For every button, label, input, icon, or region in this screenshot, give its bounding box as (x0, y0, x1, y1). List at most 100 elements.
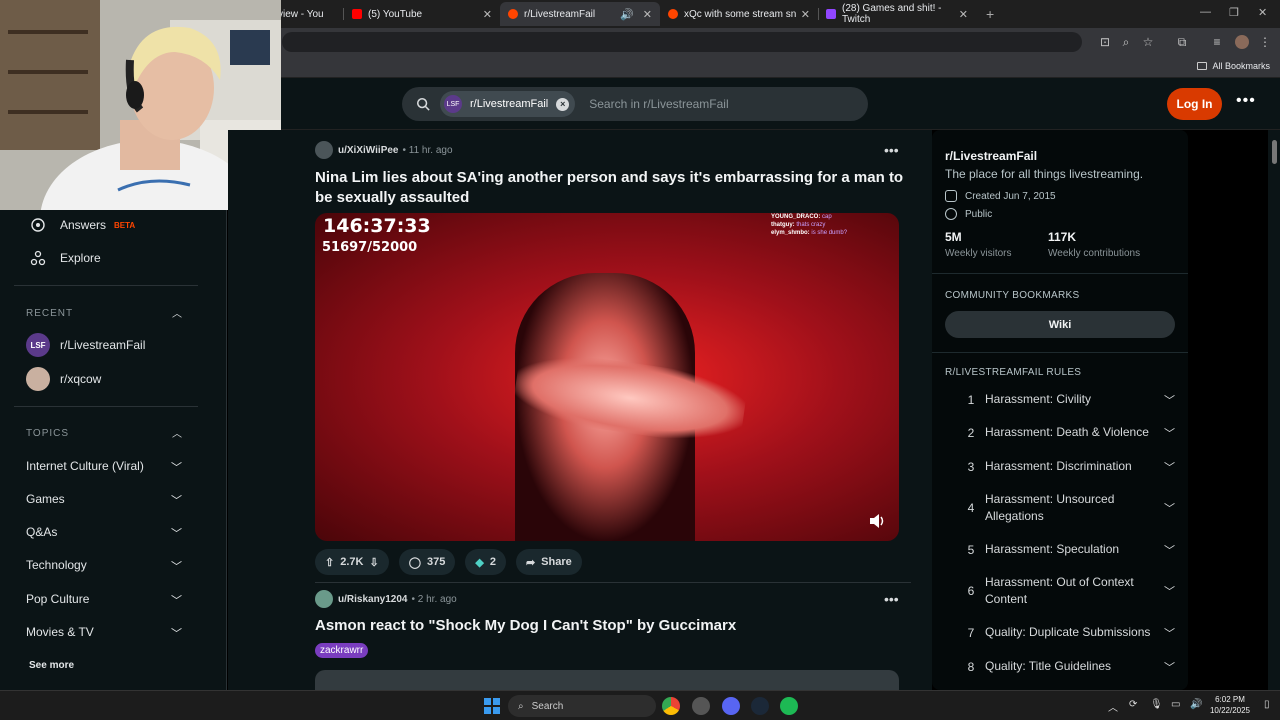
reddit-icon (668, 9, 678, 19)
chevron-down-icon: ﹀ (1164, 627, 1175, 640)
clear-chip-icon[interactable]: × (556, 97, 570, 111)
rule-text: Harassment: Speculation (985, 542, 1120, 556)
post-video[interactable]: 146:37:33 51697/52000 YOUNG_DRACO: cap t… (315, 213, 899, 541)
browser-tab[interactable]: (28) Games and shit! - Twitch ✕ (818, 2, 976, 26)
discord-icon[interactable] (722, 697, 740, 715)
post-author[interactable]: u/XiXiWiiPee (338, 145, 398, 156)
user-avatar[interactable] (315, 141, 333, 159)
bookmark-star-icon[interactable]: ☆ (1141, 35, 1155, 49)
post-preview[interactable] (315, 670, 899, 690)
profile-avatar[interactable] (1235, 35, 1249, 49)
wiki-button[interactable]: Wiki (945, 311, 1175, 338)
search-input[interactable]: Search in r/LivestreamFail (589, 97, 728, 111)
new-tab-button[interactable]: + (978, 2, 998, 26)
close-window-icon[interactable]: ✕ (1258, 6, 1267, 19)
post-flair[interactable]: zackrawrr (315, 643, 369, 658)
sidebar-item-label: r/LivestreamFail (60, 338, 146, 352)
address-bar[interactable] (282, 32, 1082, 52)
topic-internet-culture[interactable]: Internet Culture (Viral) ﹀ (26, 459, 186, 474)
comments-button[interactable]: ◯ 375 (398, 549, 456, 575)
browser-tab[interactable]: xQc with some stream snipers ✕ (660, 2, 818, 26)
taskbar-search[interactable]: ⌕ Search (508, 695, 656, 717)
post-options-icon[interactable]: ••• (884, 591, 899, 607)
app-icon[interactable] (692, 697, 710, 715)
close-tab-icon[interactable]: ✕ (483, 8, 492, 21)
topic-pop-culture[interactable]: Pop Culture ﹀ (26, 592, 186, 607)
network-icon[interactable]: ▭ (1171, 699, 1180, 710)
page-scrollbar[interactable] (1268, 130, 1280, 690)
user-avatar[interactable] (315, 590, 333, 608)
sidebar-item-explore[interactable]: Explore (30, 250, 101, 266)
close-tab-icon[interactable]: ✕ (801, 8, 810, 21)
chevron-up-icon[interactable]: ︿ (172, 305, 182, 320)
award-button[interactable]: ◆ 2 (465, 549, 506, 575)
chevron-down-icon: ﹀ (171, 595, 182, 607)
install-app-icon[interactable]: ⊡ (1098, 35, 1112, 49)
taskbar-clock[interactable]: 6:02 PM 10/22/2025 (1205, 694, 1255, 716)
share-button[interactable]: ➦ Share (515, 549, 582, 575)
chrome-icon[interactable] (662, 697, 680, 715)
reading-list-icon[interactable]: ≡ (1210, 35, 1224, 49)
topic-movies-tv[interactable]: Movies & TV ﹀ (26, 625, 186, 640)
browser-tab-active[interactable]: r/LivestreamFail 🔊 ✕ (500, 2, 660, 26)
downvote-icon[interactable]: ⇩ (369, 556, 378, 569)
globe-icon (945, 208, 957, 220)
sidebar-item-xqcow[interactable]: r/xqcow (26, 367, 101, 391)
login-button[interactable]: Log In (1167, 88, 1222, 120)
close-tab-icon[interactable]: ✕ (643, 8, 652, 21)
award-icon: ◆ (475, 556, 484, 569)
post-title[interactable]: Asmon react to "Shock My Dog I Can't Sto… (315, 616, 915, 636)
spotify-icon[interactable] (780, 697, 798, 715)
upvote-icon[interactable]: ⇧ (325, 556, 334, 569)
sidebar-item-answers[interactable]: Answers BETA (30, 217, 135, 233)
minimize-icon[interactable]: — (1200, 6, 1211, 18)
menu-kebab-icon[interactable]: ⋮ (1258, 35, 1272, 49)
rule-item[interactable]: 7 Quality: Duplicate Submissions ﹀ (957, 624, 1175, 641)
divider (932, 273, 1188, 274)
browser-tab[interactable]: view - You (270, 2, 344, 26)
tab-title: (28) Games and shit! - Twitch (842, 3, 942, 25)
subreddit-search-chip[interactable]: LSF r/LivestreamFail × (440, 91, 576, 117)
notification-icon[interactable]: ▯ (1264, 699, 1270, 710)
topic-technology[interactable]: Technology ﹀ (26, 558, 186, 573)
close-tab-icon[interactable]: ✕ (959, 8, 968, 21)
clock-date: 10/22/2025 (1209, 706, 1251, 715)
rule-item[interactable]: 4 Harassment: Unsourced Allegations ﹀ (957, 491, 1175, 525)
speaker-icon[interactable]: 🔊 (620, 8, 634, 21)
beta-badge: BETA (114, 220, 136, 230)
post-author[interactable]: u/Riskany1204 (338, 594, 408, 605)
tab-title: xQc with some stream snipers (684, 8, 796, 20)
rule-item[interactable]: 6 Harassment: Out of Context Content ﹀ (957, 574, 1175, 608)
more-options-icon[interactable]: ••• (1236, 92, 1256, 110)
sync-icon[interactable]: ⟳ (1129, 699, 1137, 710)
steam-icon[interactable] (751, 697, 769, 715)
volume-icon[interactable]: 🔊 (1190, 699, 1202, 710)
tray-chevron-icon[interactable]: ︿ (1108, 699, 1118, 714)
topic-qas[interactable]: Q&As ﹀ (26, 525, 186, 540)
chip-label: r/LivestreamFail (470, 98, 549, 110)
chevron-up-icon[interactable]: ︿ (172, 425, 182, 440)
zoom-icon[interactable]: ⌕ (1119, 35, 1133, 49)
volume-icon[interactable] (867, 511, 887, 531)
search-icon: ⌕ (518, 700, 524, 712)
see-more-button[interactable]: See more (29, 660, 74, 671)
topic-label: Games (26, 492, 65, 506)
extensions-icon[interactable]: ⧉ (1175, 35, 1189, 49)
topic-games[interactable]: Games ﹀ (26, 492, 186, 507)
search-bar[interactable]: LSF r/LivestreamFail × Search in r/Lives… (402, 87, 868, 121)
all-bookmarks-button[interactable]: All Bookmarks (1197, 61, 1270, 71)
rule-item[interactable]: 1 Harassment: Civility ﹀ (957, 391, 1175, 408)
microphone-icon[interactable]: 🎙 (1150, 699, 1163, 710)
rule-item[interactable]: 3 Harassment: Discrimination ﹀ (957, 458, 1175, 475)
stat-value: 117K (1048, 230, 1077, 244)
maximize-icon[interactable]: ❐ (1229, 6, 1239, 19)
windows-start-icon[interactable] (484, 698, 500, 714)
sidebar-item-livestreamfail[interactable]: LSF r/LivestreamFail (26, 333, 145, 357)
post-title[interactable]: Nina Lim lies about SA'ing another perso… (315, 168, 915, 208)
rule-item[interactable]: 5 Harassment: Speculation ﹀ (957, 541, 1175, 558)
rule-item[interactable]: 8 Quality: Title Guidelines ﹀ (957, 658, 1175, 675)
post-options-icon[interactable]: ••• (884, 142, 899, 158)
scrollbar-thumb[interactable] (1272, 140, 1277, 164)
rule-item[interactable]: 2 Harassment: Death & Violence ﹀ (957, 424, 1175, 441)
browser-tab[interactable]: (5) YouTube ✕ (344, 2, 500, 26)
